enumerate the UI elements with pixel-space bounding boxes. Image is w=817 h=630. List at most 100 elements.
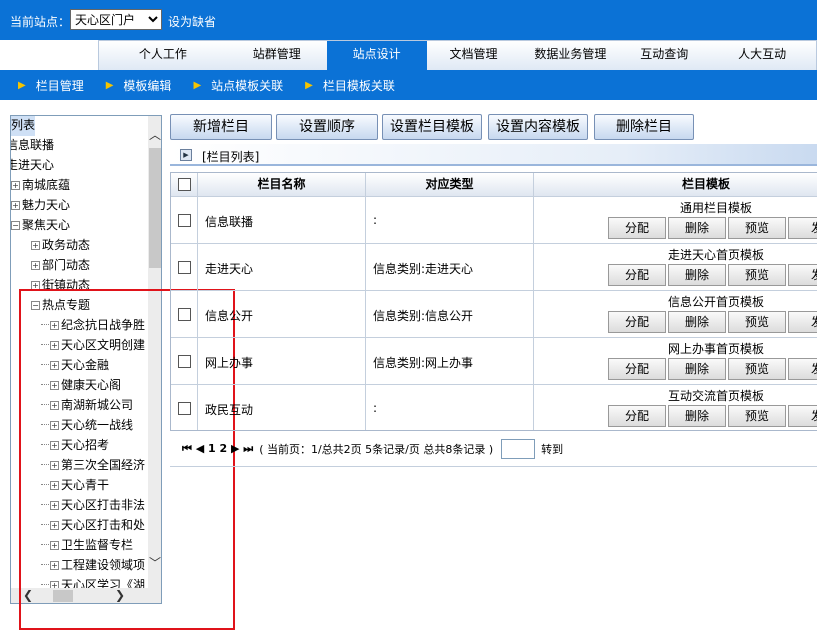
tab-npc-interaction[interactable]: 人大互动 — [708, 41, 816, 70]
preview-button[interactable]: 预览 — [728, 405, 786, 427]
publish-button[interactable]: 发 — [788, 311, 817, 333]
publish-button[interactable]: 发 — [788, 264, 817, 286]
goto-button[interactable]: 转到 — [541, 441, 563, 457]
delete-button[interactable]: 删除 — [668, 217, 726, 239]
site-select[interactable]: 天心区门户 — [70, 9, 162, 30]
select-all-checkbox[interactable] — [178, 178, 191, 191]
row-checkbox[interactable] — [178, 308, 191, 321]
expand-icon: + — [50, 361, 59, 370]
page-nav[interactable]: ⏮ ◀ 1 2 ▶ ⏭ — [182, 442, 253, 456]
tab-site-group[interactable]: 站群管理 — [227, 41, 327, 70]
expand-icon: + — [50, 561, 59, 570]
chevron-up-icon[interactable]: ︿ — [148, 126, 161, 142]
tree-node[interactable]: 信息联播 — [11, 136, 54, 156]
tree-node[interactable]: + 天心区文明创建 — [41, 336, 145, 356]
expand-icon: + — [50, 541, 59, 550]
set-order-button[interactable]: 设置顺序 — [276, 114, 378, 140]
chevron-down-icon[interactable]: ﹀ — [148, 554, 161, 570]
row-checkbox[interactable] — [178, 355, 191, 368]
tree-node[interactable]: + 纪念抗日战争胜 — [41, 316, 145, 336]
subnav-column-template[interactable]: ▶ 栏目模板关联 — [305, 77, 395, 94]
tree-node[interactable]: − 热点专题 — [31, 296, 90, 316]
tree-node[interactable]: + 天心区学习《湖 — [41, 576, 145, 588]
row-checkbox[interactable] — [178, 402, 191, 415]
assign-button[interactable]: 分配 — [608, 217, 666, 239]
tree-node[interactable]: + 南城底蕴 — [11, 176, 70, 196]
tab-personal-work[interactable]: 个人工作 — [99, 41, 227, 70]
tab-interaction-query[interactable]: 互动查询 — [620, 41, 708, 70]
tab-site-design[interactable]: 站点设计 — [326, 41, 427, 70]
preview-button[interactable]: 预览 — [728, 311, 786, 333]
row-template: 走进天心首页模板 — [667, 248, 764, 262]
tree-node[interactable]: + 天心统一战线 — [41, 416, 133, 436]
expand-icon: + — [50, 401, 59, 410]
chevron-right-icon[interactable]: ❯ — [115, 588, 125, 602]
assign-button[interactable]: 分配 — [608, 358, 666, 380]
sub-nav: ▶ 栏目管理 ▶ 模板编辑 ▶ 站点模板关联 ▶ 栏目模板关联 — [0, 70, 817, 100]
expand-icon: + — [50, 441, 59, 450]
tree-node[interactable]: + 卫生监督专栏 — [41, 536, 133, 556]
set-column-template-button[interactable]: 设置栏目模板 — [382, 114, 482, 140]
publish-button[interactable]: 发 — [788, 358, 817, 380]
row-checkbox[interactable] — [178, 214, 191, 227]
delete-button[interactable]: 删除 — [668, 311, 726, 333]
subnav-site-template[interactable]: ▶ 站点模板关联 — [193, 77, 283, 94]
row-checkbox[interactable] — [178, 261, 191, 274]
tree-node[interactable]: + 天心青干 — [41, 476, 109, 496]
tree-node[interactable]: + 第三次全国经济 — [41, 456, 145, 476]
header-type: 对应类型 — [366, 173, 534, 196]
tree-node[interactable]: 走进天心 — [11, 156, 54, 176]
tree-node[interactable]: + 天心招考 — [41, 436, 109, 456]
tree-vertical-scrollbar[interactable]: ︿ ﹀ — [148, 116, 161, 588]
add-column-button[interactable]: 新增栏目 — [170, 114, 272, 140]
assign-button[interactable]: 分配 — [608, 311, 666, 333]
scroll-thumb[interactable] — [53, 590, 73, 602]
header-template: 栏目模板 — [681, 177, 730, 191]
table-row: 信息公开 信息类别:信息公开 信息公开首页模板 分配 删除 预览 发 — [171, 291, 817, 338]
set-default-link[interactable]: 设为缺省 — [168, 13, 216, 30]
set-content-template-button[interactable]: 设置内容模板 — [488, 114, 588, 140]
column-tree: 列表 信息联播 走进天心 +南城底蕴 +魅力天心 −聚焦天心 +政务动态 +部门… — [10, 115, 162, 604]
scroll-thumb[interactable] — [149, 148, 161, 268]
preview-button[interactable]: 预览 — [728, 217, 786, 239]
row-type: 信息类别:走进天心 — [373, 262, 474, 276]
preview-button[interactable]: 预览 — [728, 264, 786, 286]
delete-button[interactable]: 删除 — [668, 405, 726, 427]
publish-button[interactable]: 发 — [788, 405, 817, 427]
assign-button[interactable]: 分配 — [608, 264, 666, 286]
tree-horizontal-scrollbar[interactable]: ❮ ❯ — [11, 588, 161, 603]
arrow-right-icon: ▶ — [105, 79, 114, 91]
list-header: ▶ [栏目列表] — [170, 144, 817, 166]
tree-root[interactable]: 列表 — [11, 116, 36, 136]
tree-node[interactable]: + 部门动态 — [31, 256, 90, 276]
row-type: 信息类别:信息公开 — [373, 309, 474, 323]
tab-document[interactable]: 文档管理 — [427, 41, 521, 70]
tree-node[interactable]: + 工程建设领域项 — [41, 556, 145, 576]
tree-node[interactable]: + 健康天心阁 — [41, 376, 121, 396]
tree-node[interactable]: + 政务动态 — [31, 236, 90, 256]
delete-button[interactable]: 删除 — [668, 358, 726, 380]
assign-button[interactable]: 分配 — [608, 405, 666, 427]
delete-column-button[interactable]: 删除栏目 — [594, 114, 694, 140]
chevron-left-icon[interactable]: ❮ — [23, 588, 33, 602]
tree-node[interactable]: − 聚焦天心 — [11, 216, 70, 236]
delete-button[interactable]: 删除 — [668, 264, 726, 286]
row-template: 通用栏目模板 — [679, 201, 752, 215]
tree-node[interactable]: + 天心区打击非法 — [41, 496, 145, 516]
goto-page-input[interactable] — [501, 438, 536, 459]
tree-node[interactable]: + 南湖新城公司 — [41, 396, 133, 416]
tree-node[interactable]: + 街镇动态 — [31, 276, 90, 296]
top-bar: 当前站点： 天心区门户 设为缺省 — [0, 0, 817, 40]
preview-button[interactable]: 预览 — [728, 358, 786, 380]
table-row: 政民互动 : 互动交流首页模板 分配 删除 预览 发 — [171, 385, 817, 430]
tab-data-business[interactable]: 数据业务管理 — [520, 41, 620, 70]
tree-node[interactable]: + 魅力天心 — [11, 196, 70, 216]
publish-button[interactable]: 发 — [788, 217, 817, 239]
expand-icon: + — [50, 321, 59, 330]
subnav-column-manage[interactable]: ▶ 栏目管理 — [18, 77, 84, 94]
expand-icon: + — [11, 201, 20, 210]
tree-node[interactable]: + 天心金融 — [41, 356, 109, 376]
tree-node[interactable]: + 天心区打击和处 — [41, 516, 145, 536]
subnav-template-edit[interactable]: ▶ 模板编辑 — [106, 77, 172, 94]
row-name: 政民互动 — [205, 403, 254, 417]
